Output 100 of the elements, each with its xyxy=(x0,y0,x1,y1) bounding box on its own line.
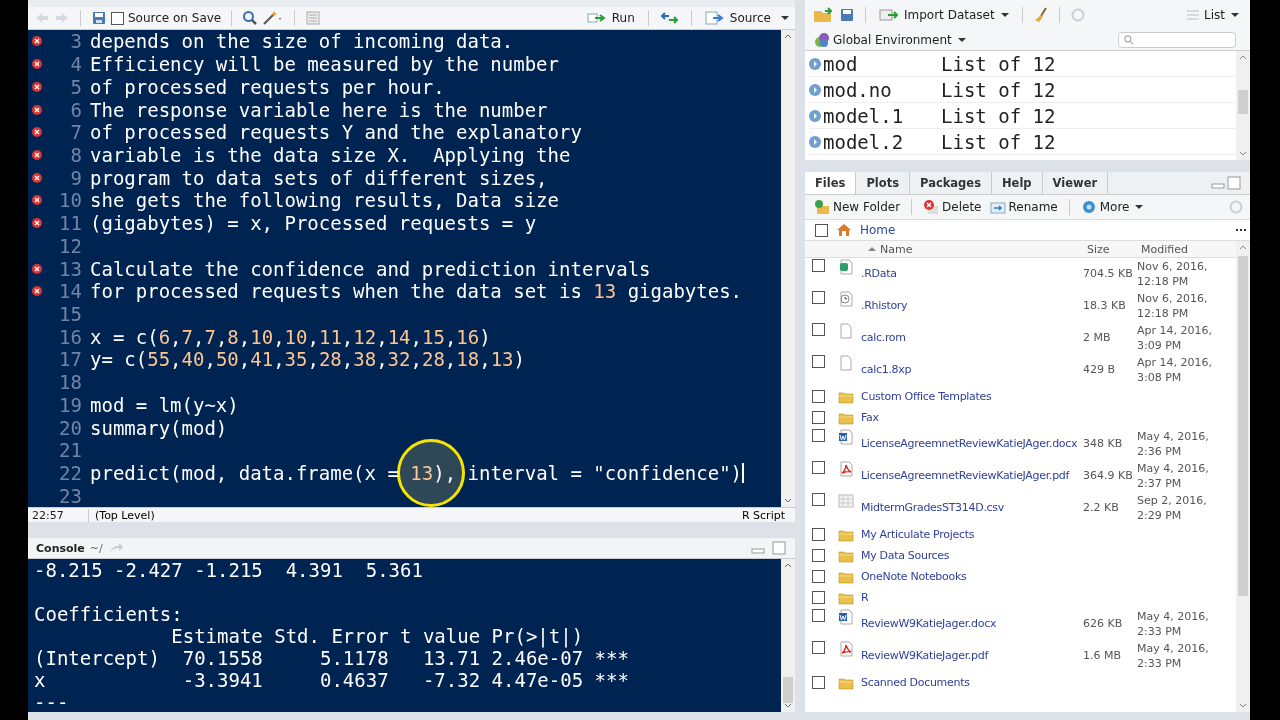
scroll-down-icon[interactable] xyxy=(784,703,792,709)
file-icon xyxy=(838,355,854,371)
code-line: Efficiency will be measured by the number xyxy=(90,53,559,76)
row-checkbox[interactable] xyxy=(811,570,825,583)
code-line: for processed requests when the data set is 13 gigabytes. xyxy=(90,280,743,303)
row-checkbox[interactable] xyxy=(811,591,825,604)
scope-selector[interactable]: (Top Level) xyxy=(89,508,161,522)
row-checkbox[interactable] xyxy=(811,528,825,541)
scroll-up-icon[interactable] xyxy=(1239,54,1247,60)
view-mode-dropdown[interactable]: List xyxy=(1182,7,1242,23)
file-size: 2 MB xyxy=(1083,331,1111,344)
save-icon[interactable] xyxy=(91,10,107,26)
modified-date: May 4, 2016, 2:37 PM xyxy=(1137,462,1209,490)
line-number: 19 xyxy=(58,393,82,416)
row-checkbox[interactable] xyxy=(811,641,825,654)
file-size: 364.9 KB xyxy=(1083,469,1133,482)
file-link[interactable]: LicenseAgreemnetReviewKatieJAger.docx xyxy=(861,437,1078,450)
code-line: y= c(55,40,50,41,35,28,38,32,28,18,13) xyxy=(90,348,525,371)
select-all-checkbox[interactable] xyxy=(815,223,828,237)
expand-icon[interactable] xyxy=(809,57,821,70)
row-checkbox[interactable] xyxy=(811,390,825,403)
scroll-down-icon[interactable] xyxy=(1239,703,1247,709)
line-number: 20 xyxy=(58,416,82,439)
file-type-selector[interactable]: R Script xyxy=(735,508,791,522)
console-output: Estimate Std. Error t value Pr(>|t|) xyxy=(170,625,584,647)
source-on-save-checkbox[interactable] xyxy=(111,11,124,25)
pane-tab[interactable]: Help xyxy=(992,172,1043,194)
line-number: 8 xyxy=(69,143,82,166)
scroll-down-icon[interactable] xyxy=(1239,151,1247,157)
row-checkbox[interactable] xyxy=(811,291,825,304)
caret-icon[interactable] xyxy=(781,14,789,22)
file-link[interactable]: .RData xyxy=(861,267,897,280)
file-link[interactable]: MidtermGradesST314D.csv xyxy=(861,501,1004,514)
source-button[interactable]: Source xyxy=(701,10,774,26)
more-button[interactable]: More xyxy=(1077,199,1147,215)
file-link[interactable]: OneNote Notebooks xyxy=(861,570,967,583)
caret-icon xyxy=(957,36,966,44)
delete-icon xyxy=(923,199,940,215)
file-size: 626 KB xyxy=(1083,617,1123,630)
row-checkbox[interactable] xyxy=(811,429,825,442)
line-number: 22 xyxy=(58,462,82,484)
rerun-icon[interactable] xyxy=(658,10,681,26)
search-icon xyxy=(1123,34,1135,46)
file-link[interactable]: .Rhistory xyxy=(861,299,908,312)
expand-icon[interactable] xyxy=(809,135,821,148)
variable-name: mod xyxy=(823,52,859,75)
open-folder-icon[interactable] xyxy=(813,7,835,23)
file-link[interactable]: Fax xyxy=(861,411,879,424)
expand-icon[interactable] xyxy=(809,109,821,122)
row-checkbox[interactable] xyxy=(811,355,825,368)
pane-tab[interactable]: Files xyxy=(805,172,857,194)
column-header[interactable]: Name xyxy=(880,242,913,256)
save-icon[interactable] xyxy=(839,7,855,23)
new-folder-button[interactable]: New Folder xyxy=(811,199,904,215)
row-checkbox[interactable] xyxy=(811,493,825,506)
console-title: Console xyxy=(36,541,85,555)
scrollbar-thumb[interactable] xyxy=(783,677,793,703)
column-header[interactable]: Size xyxy=(1087,242,1141,256)
rename-button[interactable]: Rename xyxy=(986,199,1061,215)
search-icon[interactable] xyxy=(242,10,259,26)
variable-value: List of 12 xyxy=(941,130,1056,153)
file-link[interactable]: ReviewW9KatieJager.pdf xyxy=(861,649,988,662)
console-output: (Intercept) 70.1558 5.1178 13.71 2.46e-07 *** xyxy=(34,647,629,669)
scroll-down-icon[interactable] xyxy=(784,498,792,504)
pane-tab[interactable]: Viewer xyxy=(1042,172,1109,194)
file-link[interactable]: LicenseAgreemnetReviewKatieJAger.pdf xyxy=(861,469,1070,482)
row-checkbox[interactable] xyxy=(811,549,825,562)
expand-icon[interactable] xyxy=(809,83,821,96)
file-link[interactable]: My Data Sources xyxy=(861,549,950,562)
file-link[interactable]: Custom Office Templates xyxy=(861,390,992,403)
file-link[interactable]: My Articulate Projects xyxy=(861,528,975,541)
scroll-up-icon[interactable] xyxy=(784,33,792,39)
import-dataset-button[interactable]: Import Dataset xyxy=(876,7,1012,23)
row-checkbox[interactable] xyxy=(811,609,825,622)
file-link[interactable]: calc1.8xp xyxy=(861,363,912,376)
sort-ascending-icon[interactable] xyxy=(868,245,876,253)
circles-icon xyxy=(814,32,830,48)
pane-tab[interactable]: Packages xyxy=(910,172,992,194)
file-link[interactable]: calc.rom xyxy=(861,331,906,344)
column-header[interactable]: Modified xyxy=(1141,241,1236,257)
file-link[interactable]: R xyxy=(861,591,869,604)
scroll-up-icon[interactable] xyxy=(784,562,792,568)
home-link[interactable]: Home xyxy=(860,223,896,237)
home-icon[interactable] xyxy=(836,222,852,238)
scrollbar-thumb[interactable] xyxy=(1238,90,1248,114)
delete-button[interactable]: Delete xyxy=(920,199,985,215)
row-checkbox[interactable] xyxy=(811,461,825,474)
scroll-up-icon[interactable] xyxy=(1239,244,1247,250)
modified-date: May 4, 2016, 2:33 PM xyxy=(1137,610,1209,638)
file-link[interactable]: ReviewW9KatieJager.docx xyxy=(861,617,997,630)
row-checkbox[interactable] xyxy=(811,411,825,424)
scrollbar-thumb[interactable] xyxy=(1238,256,1248,596)
search-field[interactable] xyxy=(1118,32,1236,48)
row-checkbox[interactable] xyxy=(811,259,825,272)
run-button[interactable]: Run xyxy=(583,10,638,26)
code-line: depends on the size of incoming data. xyxy=(90,30,514,53)
pane-tab[interactable]: Plots xyxy=(856,172,910,194)
file-link[interactable]: Scanned Documents xyxy=(861,676,970,689)
row-checkbox[interactable] xyxy=(811,323,825,336)
row-checkbox[interactable] xyxy=(811,676,825,689)
